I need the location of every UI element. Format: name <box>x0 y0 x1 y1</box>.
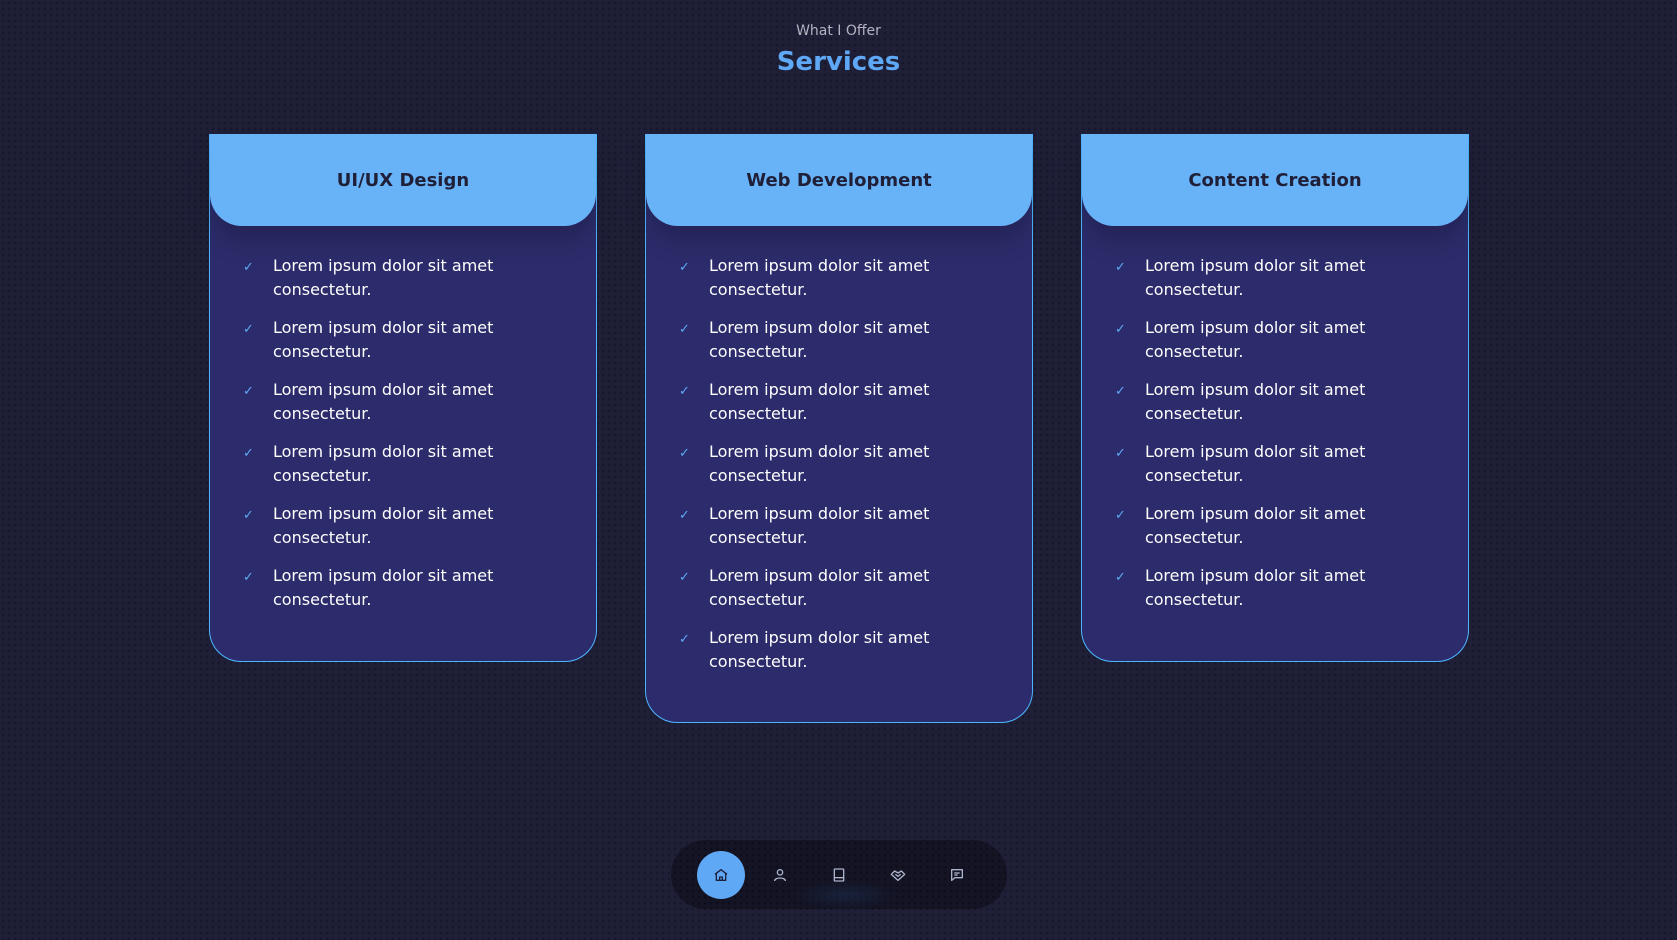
list-item-text: Lorem ipsum dolor sit amet consectetur. <box>273 566 494 609</box>
list-item-text: Lorem ipsum dolor sit amet consectetur. <box>273 256 494 299</box>
check-icon: ✓ <box>1115 446 1126 461</box>
check-icon: ✓ <box>679 384 690 399</box>
list-item: ✓ Lorem ipsum dolor sit amet consectetur. <box>679 378 1012 427</box>
list-item-text: Lorem ipsum dolor sit amet consectetur. <box>273 318 494 361</box>
list-item: ✓ Lorem ipsum dolor sit amet consectetur. <box>243 316 576 365</box>
handshake-icon <box>890 869 906 881</box>
card-feature-list: ✓ Lorem ipsum dolor sit amet consectetur.… <box>210 226 596 613</box>
list-item-text: Lorem ipsum dolor sit amet consectetur. <box>709 256 930 299</box>
section-eyebrow: What I Offer <box>796 23 881 39</box>
nav-about-button[interactable] <box>756 851 804 899</box>
list-item-text: Lorem ipsum dolor sit amet consectetur. <box>709 504 930 547</box>
list-item: ✓ Lorem ipsum dolor sit amet consectetur. <box>679 440 1012 489</box>
service-card-web-development: Web Development ✓ Lorem ipsum dolor sit a… <box>645 134 1033 723</box>
list-item: ✓ Lorem ipsum dolor sit amet consectetur. <box>243 254 576 303</box>
list-item-text: Lorem ipsum dolor sit amet consectetur. <box>709 566 930 609</box>
list-item-text: Lorem ipsum dolor sit amet consectetur. <box>273 504 494 547</box>
service-card-content-creation: Content Creation ✓ Lorem ipsum dolor sit … <box>1081 134 1469 662</box>
check-icon: ✓ <box>679 632 690 647</box>
list-item: ✓ Lorem ipsum dolor sit amet consectetur. <box>1115 440 1448 489</box>
check-icon: ✓ <box>1115 384 1126 399</box>
card-title: Web Development <box>746 169 932 191</box>
list-item: ✓ Lorem ipsum dolor sit amet consectetur. <box>1115 378 1448 427</box>
list-item: ✓ Lorem ipsum dolor sit amet consectetur. <box>679 626 1012 675</box>
nav-home-button[interactable] <box>697 850 745 899</box>
list-item: ✓ Lorem ipsum dolor sit amet consectetur. <box>679 502 1012 551</box>
check-icon: ✓ <box>1115 260 1126 275</box>
check-icon: ✓ <box>243 446 254 461</box>
list-item-text: Lorem ipsum dolor sit amet consectetur. <box>1145 380 1366 423</box>
card-feature-list: ✓ Lorem ipsum dolor sit amet consectetur.… <box>646 226 1032 675</box>
book-icon <box>833 867 845 882</box>
section-title: Services <box>776 47 901 77</box>
service-card-uiux: UI/UX Design ✓ Lorem ipsum dolor sit amet… <box>209 134 597 662</box>
list-item: ✓ Lorem ipsum dolor sit amet consectetur. <box>243 564 576 613</box>
list-item-text: Lorem ipsum dolor sit amet consectetur. <box>273 442 494 485</box>
home-icon <box>714 868 728 881</box>
list-item-text: Lorem ipsum dolor sit amet consectetur. <box>1145 442 1366 485</box>
check-icon: ✓ <box>243 260 254 275</box>
message-icon <box>951 868 963 881</box>
check-icon: ✓ <box>243 570 254 585</box>
card-header: UI/UX Design <box>210 134 596 226</box>
list-item: ✓ Lorem ipsum dolor sit amet consectetur. <box>679 254 1012 303</box>
card-header: Content Creation <box>1082 134 1468 226</box>
check-icon: ✓ <box>679 322 690 337</box>
user-icon <box>774 868 786 881</box>
card-title: UI/UX Design <box>336 169 470 191</box>
card-feature-list: ✓ Lorem ipsum dolor sit amet consectetur.… <box>1082 226 1468 613</box>
check-icon: ✓ <box>1115 322 1126 337</box>
check-icon: ✓ <box>679 260 690 275</box>
card-header: Web Development <box>646 134 1032 226</box>
check-icon: ✓ <box>1115 508 1126 523</box>
check-icon: ✓ <box>1115 570 1126 585</box>
check-icon: ✓ <box>243 384 254 399</box>
list-item-text: Lorem ipsum dolor sit amet consectetur. <box>1145 318 1366 361</box>
list-item: ✓ Lorem ipsum dolor sit amet consectetur. <box>679 564 1012 613</box>
card-title: Content Creation <box>1188 169 1362 191</box>
list-item-text: Lorem ipsum dolor sit amet consectetur. <box>709 380 930 423</box>
check-icon: ✓ <box>679 508 690 523</box>
list-item: ✓ Lorem ipsum dolor sit amet consectetur. <box>1115 564 1448 613</box>
list-item: ✓ Lorem ipsum dolor sit amet consectetur. <box>1115 254 1448 303</box>
check-icon: ✓ <box>243 322 254 337</box>
bottom-nav <box>671 840 1007 909</box>
list-item-text: Lorem ipsum dolor sit amet consectetur. <box>273 380 494 423</box>
list-item: ✓ Lorem ipsum dolor sit amet consectetur. <box>1115 502 1448 551</box>
list-item: ✓ Lorem ipsum dolor sit amet consectetur. <box>243 440 576 489</box>
list-item-text: Lorem ipsum dolor sit amet consectetur. <box>1145 566 1366 609</box>
list-item-text: Lorem ipsum dolor sit amet consectetur. <box>709 628 930 671</box>
list-item: ✓ Lorem ipsum dolor sit amet consectetur. <box>1115 316 1448 365</box>
nav-contact-button[interactable] <box>933 851 981 899</box>
list-item-text: Lorem ipsum dolor sit amet consectetur. <box>709 318 930 361</box>
list-item-text: Lorem ipsum dolor sit amet consectetur. <box>709 442 930 485</box>
list-item-text: Lorem ipsum dolor sit amet consectetur. <box>1145 504 1366 547</box>
list-item-text: Lorem ipsum dolor sit amet consectetur. <box>1145 256 1366 299</box>
check-icon: ✓ <box>679 570 690 585</box>
nav-experience-button[interactable] <box>815 851 863 899</box>
list-item: ✓ Lorem ipsum dolor sit amet consectetur. <box>679 316 1012 365</box>
nav-services-button[interactable] <box>874 851 922 899</box>
check-icon: ✓ <box>243 508 254 523</box>
list-item: ✓ Lorem ipsum dolor sit amet consectetur. <box>243 502 576 551</box>
check-icon: ✓ <box>679 446 690 461</box>
list-item: ✓ Lorem ipsum dolor sit amet consectetur. <box>243 378 576 427</box>
